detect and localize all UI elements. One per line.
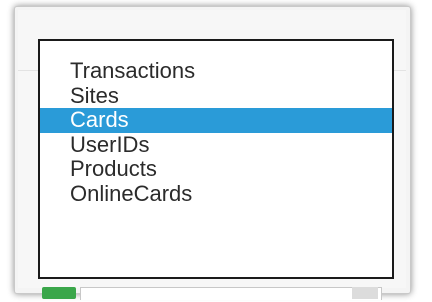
option-onlinecards[interactable]: OnlineCards [40, 181, 392, 207]
bottom-text-field[interactable] [80, 287, 382, 300]
option-products[interactable]: Products [40, 156, 392, 182]
option-userids[interactable]: UserIDs [40, 132, 392, 158]
option-transactions[interactable]: Transactions [40, 58, 392, 84]
bottom-field-scroll[interactable] [352, 287, 378, 299]
green-action-button[interactable] [42, 287, 76, 299]
option-cards[interactable]: Cards [40, 107, 392, 133]
dropdown-list[interactable]: Transactions Sites Cards UserIDs Product… [38, 39, 394, 279]
option-sites[interactable]: Sites [40, 83, 392, 109]
